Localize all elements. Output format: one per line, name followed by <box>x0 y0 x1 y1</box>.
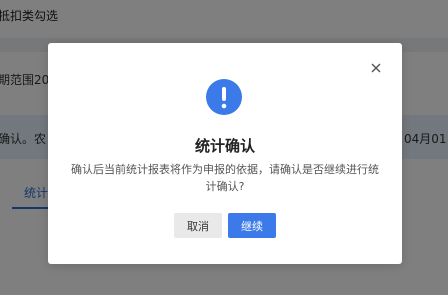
alert-exclamation-icon <box>206 79 242 115</box>
continue-button[interactable]: 继续 <box>228 213 276 238</box>
dialog-message: 确认后当前统计报表将作为申报的依据，请确认是否继续进行统计确认? <box>71 163 379 193</box>
close-icon[interactable] <box>369 61 383 75</box>
dialog-title: 统计确认 <box>194 137 255 155</box>
confirm-dialog: 统计确认 确认后当前统计报表将作为申报的依据，请确认是否继续进行统计确认? 取消… <box>48 43 402 264</box>
cancel-button[interactable]: 取消 <box>174 213 222 238</box>
